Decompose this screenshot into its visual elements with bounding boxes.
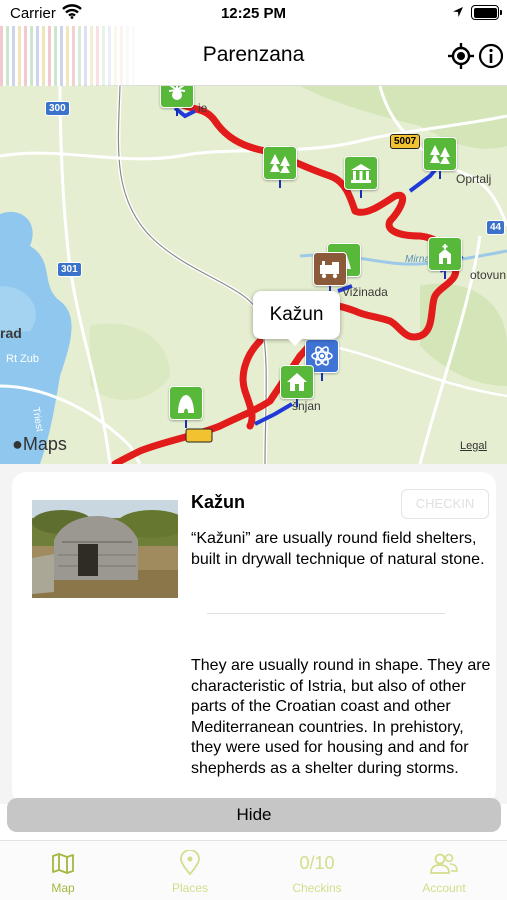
tab-places[interactable]: Places (127, 849, 253, 895)
tab-checkins[interactable]: 0/10 Checkins (254, 849, 380, 895)
tab-label: Map (51, 881, 75, 895)
tab-account[interactable]: Account (381, 849, 507, 895)
road-shield: 301 (57, 262, 82, 277)
poi-church[interactable] (428, 237, 462, 279)
train-icon (320, 261, 339, 279)
page-title: Parenzana (202, 43, 305, 66)
map-label: Oprtalj (456, 172, 492, 186)
checkin-count: 0/10 (299, 853, 335, 873)
legal-link[interactable]: Legal (460, 440, 487, 452)
trees-icon (430, 145, 450, 164)
tab-label: Checkins (292, 881, 342, 895)
tab-label: Account (422, 881, 466, 895)
museum-icon (351, 164, 371, 183)
map-label: ie (198, 101, 208, 115)
windmill-icon (168, 86, 186, 100)
place-photo (32, 500, 178, 598)
road-shield: 300 (45, 101, 70, 116)
map-label: otovun (470, 268, 507, 282)
apple-logo-icon: ● (12, 434, 23, 454)
poi-trees[interactable] (423, 137, 457, 179)
tab-label: Places (171, 881, 209, 895)
poi-windmill[interactable] (160, 86, 194, 116)
poi-stone-hut[interactable] (169, 386, 203, 428)
place-summary: “Kažuni” are usually round field shelter… (191, 530, 485, 568)
apple-maps-attribution: ●Maps (12, 434, 67, 455)
map-label: Rt Zub (6, 353, 40, 365)
checkin-button[interactable]: CHECKIN (401, 489, 489, 519)
clock: 12:25 PM (220, 5, 287, 22)
stone-hut-icon (178, 395, 194, 413)
tab-map[interactable]: Map (0, 849, 126, 895)
road-shield: 5007 (390, 134, 421, 149)
info-icon[interactable] (477, 42, 505, 70)
battery-icon (471, 5, 502, 20)
locate-me-icon[interactable] (447, 42, 475, 70)
detail-panel: Kažun CHECKIN “Kažuni” are usually round… (0, 464, 507, 804)
place-title: Kažun (191, 492, 245, 512)
poi-train[interactable] (313, 252, 347, 294)
maps-label: Maps (22, 434, 67, 454)
tab-bar: Map Places 0/10 Checkins Account (0, 840, 507, 900)
atom-icon (311, 346, 333, 366)
poi-museum[interactable] (344, 156, 378, 198)
pin-icon (180, 850, 200, 876)
place-card: Kažun CHECKIN “Kažuni” are usually round… (12, 472, 496, 804)
road-shield: 44 (486, 220, 506, 235)
poi-trees[interactable] (263, 146, 297, 188)
hide-button[interactable]: Hide (7, 798, 501, 832)
trees-icon (270, 154, 290, 173)
map-label: Vižinada (342, 285, 388, 299)
nav-bar: Parenzana (0, 26, 507, 86)
hut-icon (287, 373, 307, 391)
location-arrow-icon (453, 7, 463, 17)
church-icon (439, 244, 451, 264)
poi-kazun[interactable] (280, 365, 314, 407)
map-view[interactable]: 300 5007 301 44 ie Oprtalj Vižinada otov… (0, 86, 507, 464)
map-label: Mirna (405, 254, 431, 265)
map-icon (52, 853, 74, 874)
status-bar: Carrier 12:25 PM (0, 0, 507, 26)
divider (207, 613, 445, 614)
place-description: They are usually round in shape. They ar… (191, 657, 491, 777)
map-label: rad (0, 325, 22, 341)
people-icon (430, 853, 458, 874)
map-callout[interactable]: Kažun (253, 291, 340, 346)
